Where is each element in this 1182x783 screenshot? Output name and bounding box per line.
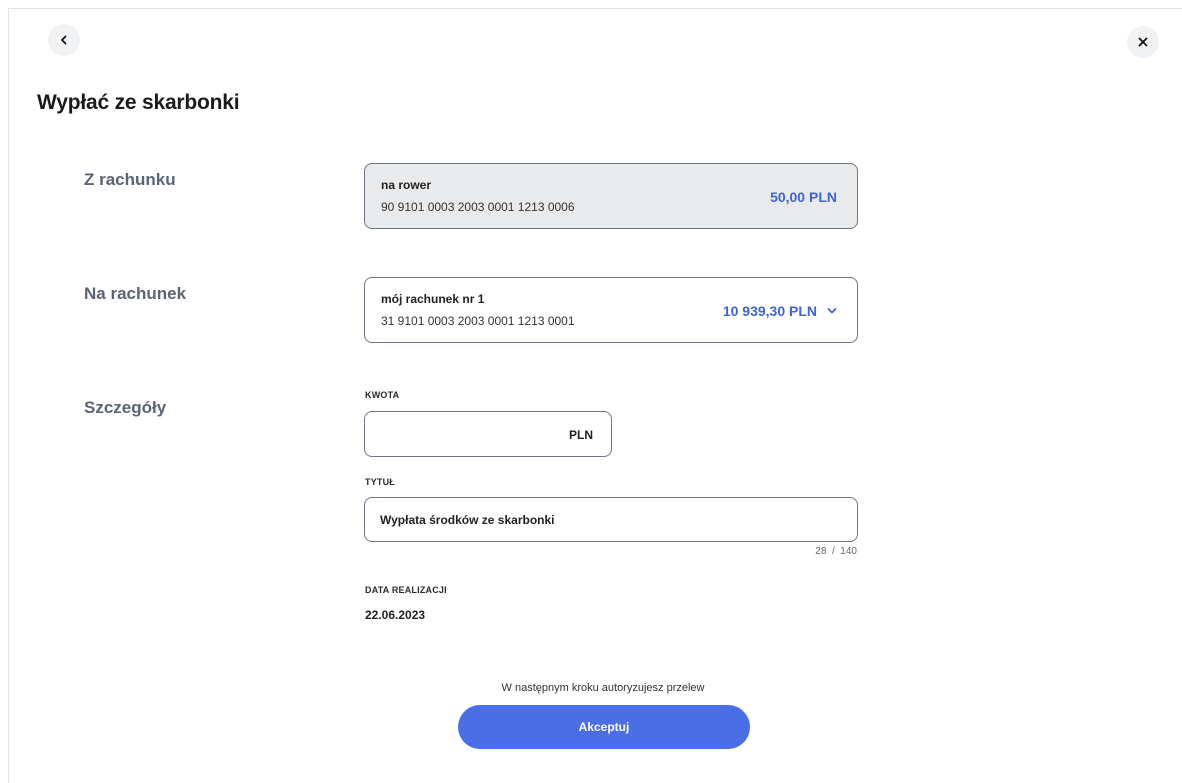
title-input[interactable] bbox=[380, 508, 820, 532]
date-value: 22.06.2023 bbox=[365, 608, 426, 622]
close-button[interactable] bbox=[1127, 26, 1159, 58]
accept-button[interactable]: Akceptuj bbox=[458, 705, 750, 749]
dialog-frame bbox=[8, 8, 1182, 783]
from-account-balance: 50,00 PLN bbox=[770, 189, 837, 205]
authorization-note: W następnym kroku autoryzujesz przelew bbox=[501, 682, 705, 694]
amount-label: KWOTA bbox=[365, 390, 400, 400]
amount-field[interactable]: PLN bbox=[364, 411, 612, 457]
amount-currency: PLN bbox=[569, 428, 593, 442]
from-account-name: na rower bbox=[381, 178, 432, 192]
page-title: Wypłać ze skarbonki bbox=[37, 91, 240, 114]
amount-input[interactable] bbox=[377, 422, 551, 448]
title-char-counter: 28 / 140 bbox=[815, 546, 857, 557]
chevron-down-icon[interactable] bbox=[827, 307, 837, 315]
from-account-number: 90 9101 0003 2003 0001 1213 0006 bbox=[381, 200, 575, 214]
title-field[interactable] bbox=[364, 497, 858, 542]
back-button[interactable] bbox=[48, 24, 80, 56]
from-account-section-label: Z rachunku bbox=[84, 170, 176, 189]
from-account-box: na rower 90 9101 0003 2003 0001 1213 000… bbox=[364, 163, 858, 229]
to-account-name: mój rachunek nr 1 bbox=[381, 292, 485, 306]
date-label: DATA REALIZACJI bbox=[365, 585, 447, 595]
to-account-select[interactable]: mój rachunek nr 1 31 9101 0003 2003 0001… bbox=[364, 277, 858, 343]
to-account-balance: 10 939,30 PLN bbox=[722, 303, 817, 319]
to-account-number: 31 9101 0003 2003 0001 1213 0001 bbox=[381, 314, 575, 328]
close-icon bbox=[1138, 37, 1148, 47]
details-section-label: Szczegóły bbox=[84, 398, 167, 417]
chevron-left-icon bbox=[61, 35, 67, 45]
to-account-section-label: Na rachunek bbox=[84, 284, 187, 303]
title-label: TYTUŁ bbox=[365, 477, 395, 487]
